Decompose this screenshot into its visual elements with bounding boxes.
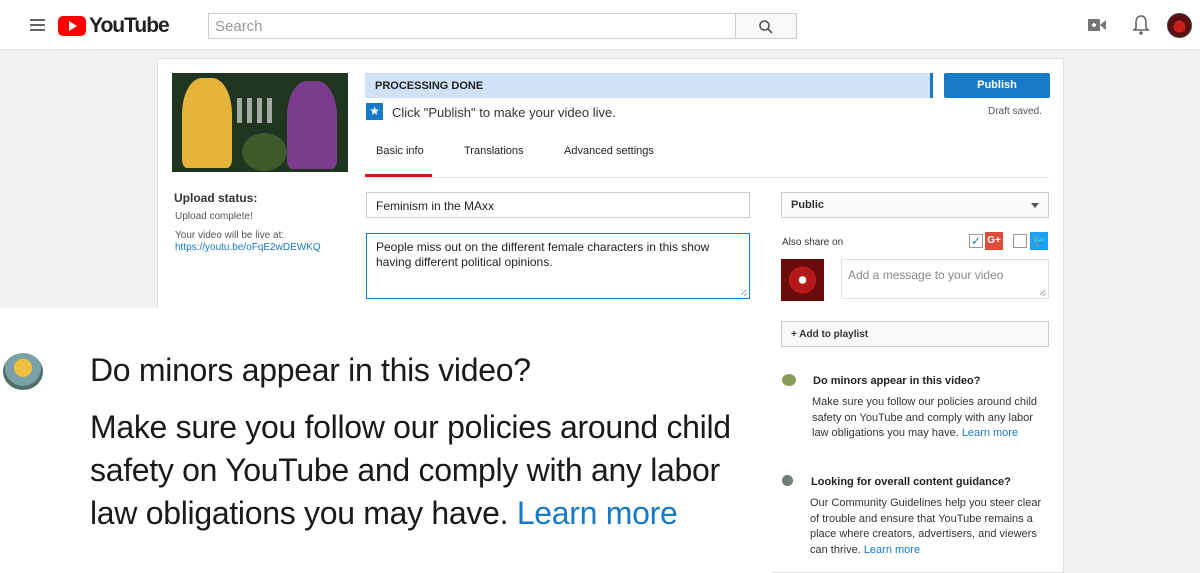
share-message-field[interactable]: Add a message to your video	[841, 259, 1049, 299]
resize-handle-icon[interactable]	[1040, 290, 1046, 296]
guidance-icon	[782, 475, 793, 486]
publish-hint: Click "Publish" to make your video live.	[392, 105, 616, 120]
share-message-placeholder: Add a message to your video	[848, 268, 1004, 282]
logo-text: YouTube	[89, 14, 170, 37]
video-link[interactable]: https://youtu.be/oFqE2wDEWKQ	[175, 242, 321, 253]
child-safety-icon	[3, 353, 43, 390]
description-text: People miss out on the different female …	[376, 240, 710, 269]
menu-icon[interactable]	[30, 19, 45, 31]
twitter-checkbox[interactable]	[1013, 234, 1027, 248]
twitter-icon: 🐦	[1030, 232, 1048, 250]
resize-handle-icon[interactable]	[741, 290, 747, 296]
minors-learn-more-link[interactable]: Learn more	[962, 427, 1018, 439]
channel-avatar	[781, 259, 824, 301]
processing-status-bar: PROCESSING DONE	[365, 73, 933, 98]
draft-status: Draft saved.	[988, 106, 1042, 117]
privacy-value: Public	[791, 199, 825, 211]
live-at-label: Your video will be live at:	[175, 230, 285, 241]
publish-button[interactable]: Publish	[944, 73, 1050, 98]
google-plus-icon: G+	[985, 232, 1003, 250]
top-bar: YouTube Search	[0, 0, 1200, 50]
bell-icon[interactable]	[1132, 15, 1150, 35]
star-icon: ★	[366, 103, 383, 120]
video-thumbnail[interactable]	[172, 73, 348, 172]
child-safety-icon	[782, 374, 796, 386]
minors-title: Do minors appear in this video?	[813, 375, 981, 387]
guidance-learn-more-link[interactable]: Learn more	[864, 544, 920, 556]
search-button[interactable]	[736, 13, 797, 39]
search-input[interactable]: Search	[208, 13, 736, 39]
tab-translations[interactable]: Translations	[464, 143, 524, 177]
account-avatar[interactable]	[1167, 13, 1192, 38]
upload-status-text: Upload complete!	[175, 211, 253, 222]
privacy-select[interactable]: Public	[781, 192, 1049, 218]
guidance-text: Our Community Guidelines help you steer …	[810, 497, 1042, 556]
chevron-down-icon	[1031, 203, 1039, 208]
guidance-title: Looking for overall content guidance?	[811, 476, 1011, 488]
play-logo-icon	[58, 16, 86, 36]
zoom-title: Do minors appear in this video?	[90, 352, 531, 388]
add-to-playlist-button[interactable]: + Add to playlist	[781, 321, 1049, 347]
zoom-learn-more-link[interactable]: Learn more	[517, 495, 678, 531]
tab-divider	[365, 177, 1049, 178]
gplus-checkbox[interactable]: ✓	[969, 234, 983, 248]
video-camera-icon[interactable]	[1088, 18, 1106, 32]
youtube-logo[interactable]: YouTube	[58, 14, 170, 37]
upload-status-heading: Upload status:	[174, 191, 258, 205]
tab-basic-info[interactable]: Basic info	[365, 143, 432, 177]
zoomed-callout: Do minors appear in this video? Make sur…	[0, 308, 772, 573]
zoom-text: Make sure you follow our policies around…	[90, 409, 731, 531]
title-field[interactable]: Feminism in the MAxx	[366, 192, 750, 218]
search-icon	[759, 20, 773, 34]
minors-text: Make sure you follow our policies around…	[812, 396, 1038, 439]
description-field[interactable]: People miss out on the different female …	[366, 233, 750, 299]
tab-advanced-settings[interactable]: Advanced settings	[564, 143, 654, 177]
share-label: Also share on	[782, 237, 844, 248]
